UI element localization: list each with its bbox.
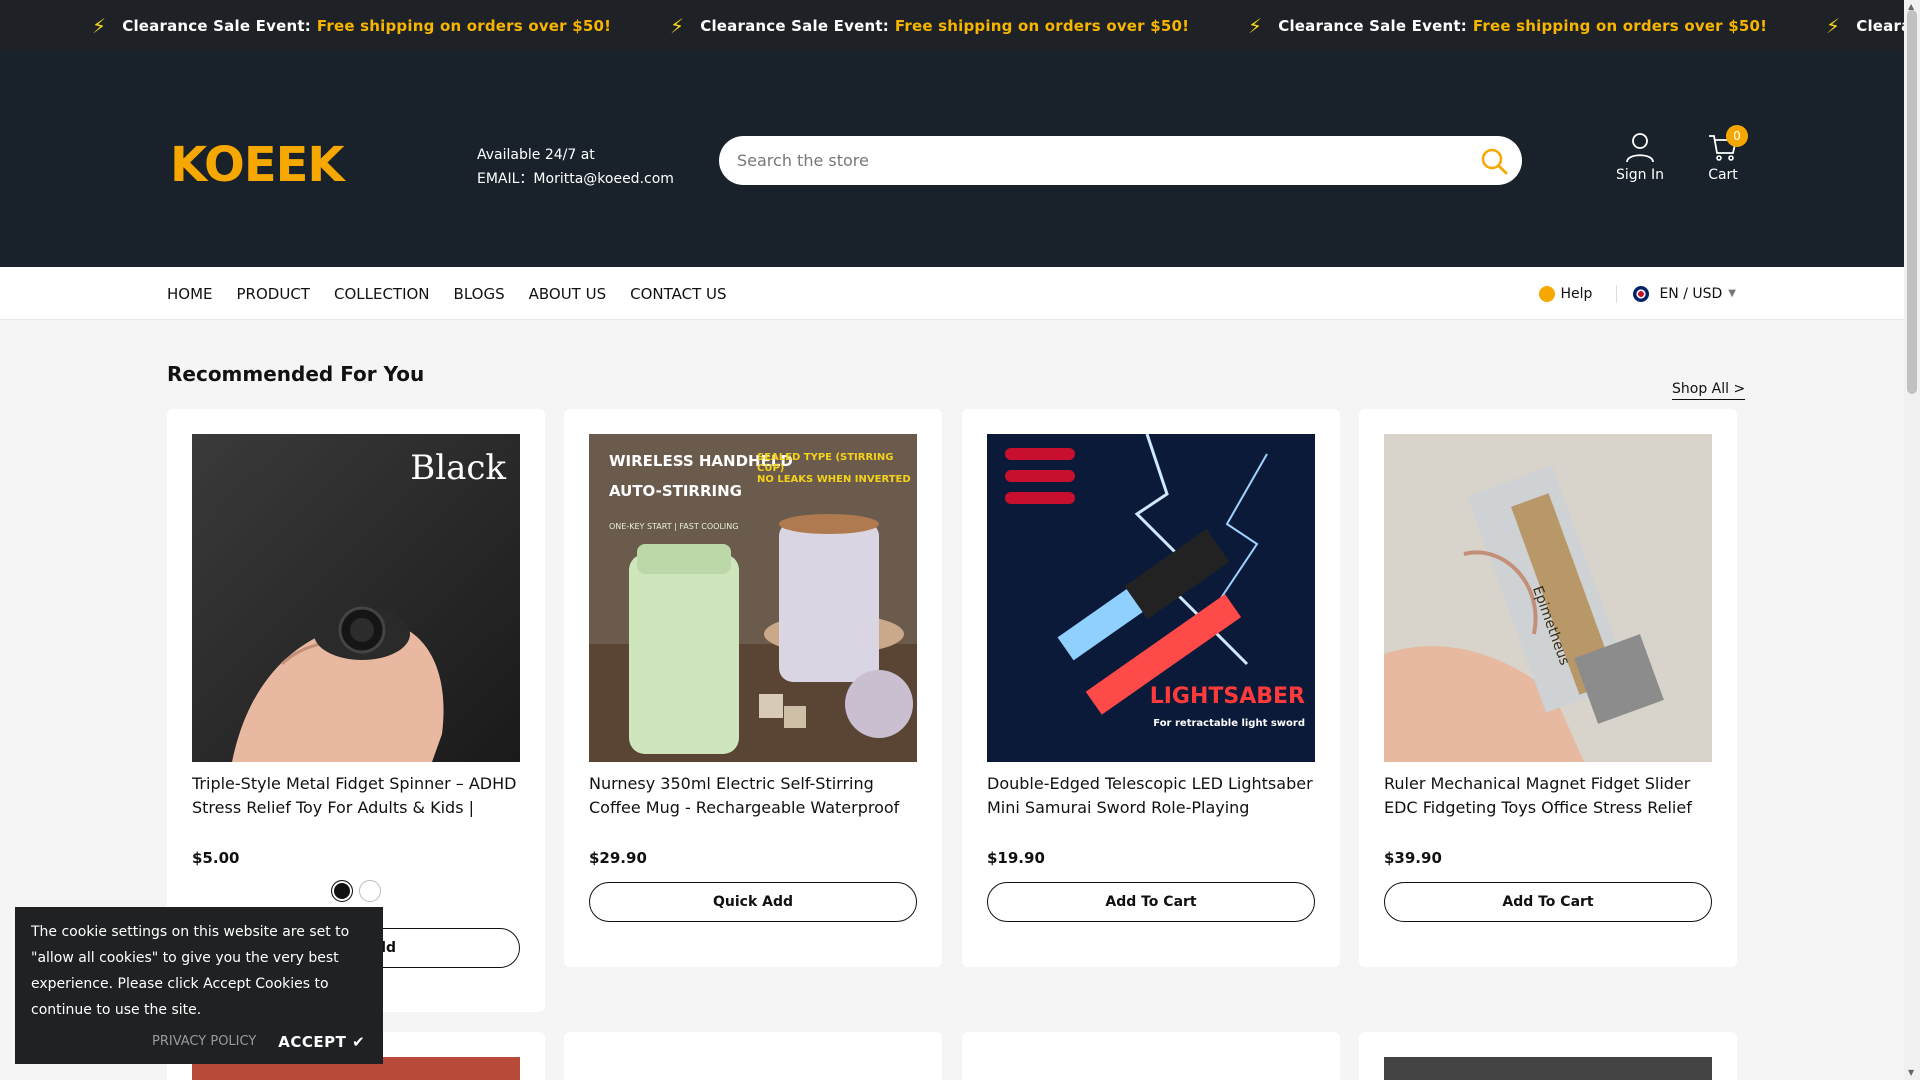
color-swatches <box>167 880 545 902</box>
product-image[interactable]: Epimetheus <box>1384 434 1712 762</box>
help-link[interactable]: Help <box>1538 285 1592 302</box>
announcement-item: ⚡ Clearance Sale Event: Free shipping on… <box>1248 13 1768 38</box>
product-card: Epimetheus Ruler Mechanical Magnet Fidge… <box>1359 409 1737 967</box>
product-image-label: Black <box>410 448 506 488</box>
lightning-icon: ⚡ <box>1248 13 1263 38</box>
nav-item-about-us[interactable]: ABOUT US <box>529 285 607 303</box>
product-title[interactable]: Double-Edged Telescopic LED Lightsaber M… <box>987 772 1317 820</box>
search-input[interactable] <box>737 151 1437 170</box>
uk-flag-icon <box>1633 285 1650 302</box>
quick-add-button[interactable]: Quick Add <box>589 882 917 922</box>
product-image[interactable]: WIRELESS HANDHELD AUTO-STIRRING SEALED T… <box>589 434 917 762</box>
product-title[interactable]: Ruler Mechanical Magnet Fidget Slider ED… <box>1384 772 1714 820</box>
announcement-bar: ⚡ Clearance Sale Event: Free shipping on… <box>0 0 1904 51</box>
section-title: Recommended For You <box>167 362 425 386</box>
lightning-icon: ⚡ <box>670 13 685 38</box>
swatch-white[interactable] <box>359 880 381 902</box>
lightning-icon: ⚡ <box>92 13 107 38</box>
scrollbar-thumb[interactable] <box>1907 10 1917 394</box>
site-logo[interactable]: KOEEK <box>170 137 345 193</box>
cookie-banner: The cookie settings on this website are … <box>15 907 383 1064</box>
add-to-cart-button[interactable]: Add To Cart <box>1384 882 1712 922</box>
announcement-item: ⚡ Clearance Sale Event: Free shipping on… <box>92 13 612 38</box>
scroll-down-icon[interactable]: ▼ <box>1908 1068 1914 1077</box>
site-header: KOEEK Available 24/7 at EMAIL：Moritta@ko… <box>0 51 1904 267</box>
product-card: WIRELESS HANDHELD AUTO-STIRRING SEALED T… <box>564 409 942 967</box>
support-agent-icon <box>1538 285 1555 302</box>
search-bar <box>719 136 1522 185</box>
nav-item-home[interactable]: HOME <box>167 285 213 303</box>
accept-cookies-button[interactable]: ACCEPT ✔ <box>278 1029 365 1055</box>
contact-info: Available 24/7 at EMAIL：Moritta@koeed.co… <box>477 147 674 187</box>
shop-all-link[interactable]: Shop All > <box>1672 381 1746 400</box>
product-card <box>1359 1032 1737 1080</box>
product-title[interactable]: Triple-Style Metal Fidget Spinner – ADHD… <box>192 772 522 820</box>
user-icon <box>1626 133 1654 163</box>
swatch-black[interactable] <box>331 880 353 902</box>
product-price: $39.90 <box>1384 849 1442 867</box>
divider <box>1616 284 1618 303</box>
product-price: $19.90 <box>987 849 1045 867</box>
product-price: $5.00 <box>192 849 240 867</box>
lightning-icon: ⚡ <box>1826 13 1841 38</box>
search-icon[interactable] <box>1480 147 1508 175</box>
sign-in-button[interactable]: Sign In <box>1605 131 1675 183</box>
product-card <box>962 1032 1340 1080</box>
product-title[interactable]: Nurnesy 350ml Electric Self-Stirring Cof… <box>589 772 919 820</box>
add-to-cart-button[interactable]: Add To Cart <box>987 882 1315 922</box>
announcement-item: ⚡ Clearance Sale Event: Free shipping on… <box>670 13 1190 38</box>
nav-item-blogs[interactable]: BLOGS <box>454 285 505 303</box>
page-scrollbar[interactable]: ▲ ▼ <box>1904 0 1920 1080</box>
locale-selector[interactable]: EN / USD ▼ <box>1633 285 1736 302</box>
product-card: LIGHTSABER For retractable light sword D… <box>962 409 1340 967</box>
nav-item-product[interactable]: PRODUCT <box>237 285 310 303</box>
nav-item-collection[interactable]: COLLECTION <box>334 285 430 303</box>
cart-button[interactable]: 0 Cart <box>1688 125 1758 183</box>
main-nav: HOME PRODUCT COLLECTION BLOGS ABOUT US C… <box>0 267 1904 320</box>
chevron-down-icon: ▼ <box>1728 288 1736 299</box>
product-card <box>564 1032 942 1080</box>
product-price: $29.90 <box>589 849 647 867</box>
announcement-item: ⚡ Cleara <box>1826 13 1904 38</box>
product-image[interactable]: Black <box>192 434 520 762</box>
cart-count-badge: 0 <box>1726 125 1748 147</box>
nav-item-contact-us[interactable]: CONTACT US <box>630 285 726 303</box>
product-image[interactable]: LIGHTSABER For retractable light sword <box>987 434 1315 762</box>
privacy-policy-link[interactable]: PRIVACY POLICY <box>152 1029 256 1055</box>
cookie-message: The cookie settings on this website are … <box>31 924 350 1018</box>
product-image[interactable] <box>1384 1057 1712 1080</box>
